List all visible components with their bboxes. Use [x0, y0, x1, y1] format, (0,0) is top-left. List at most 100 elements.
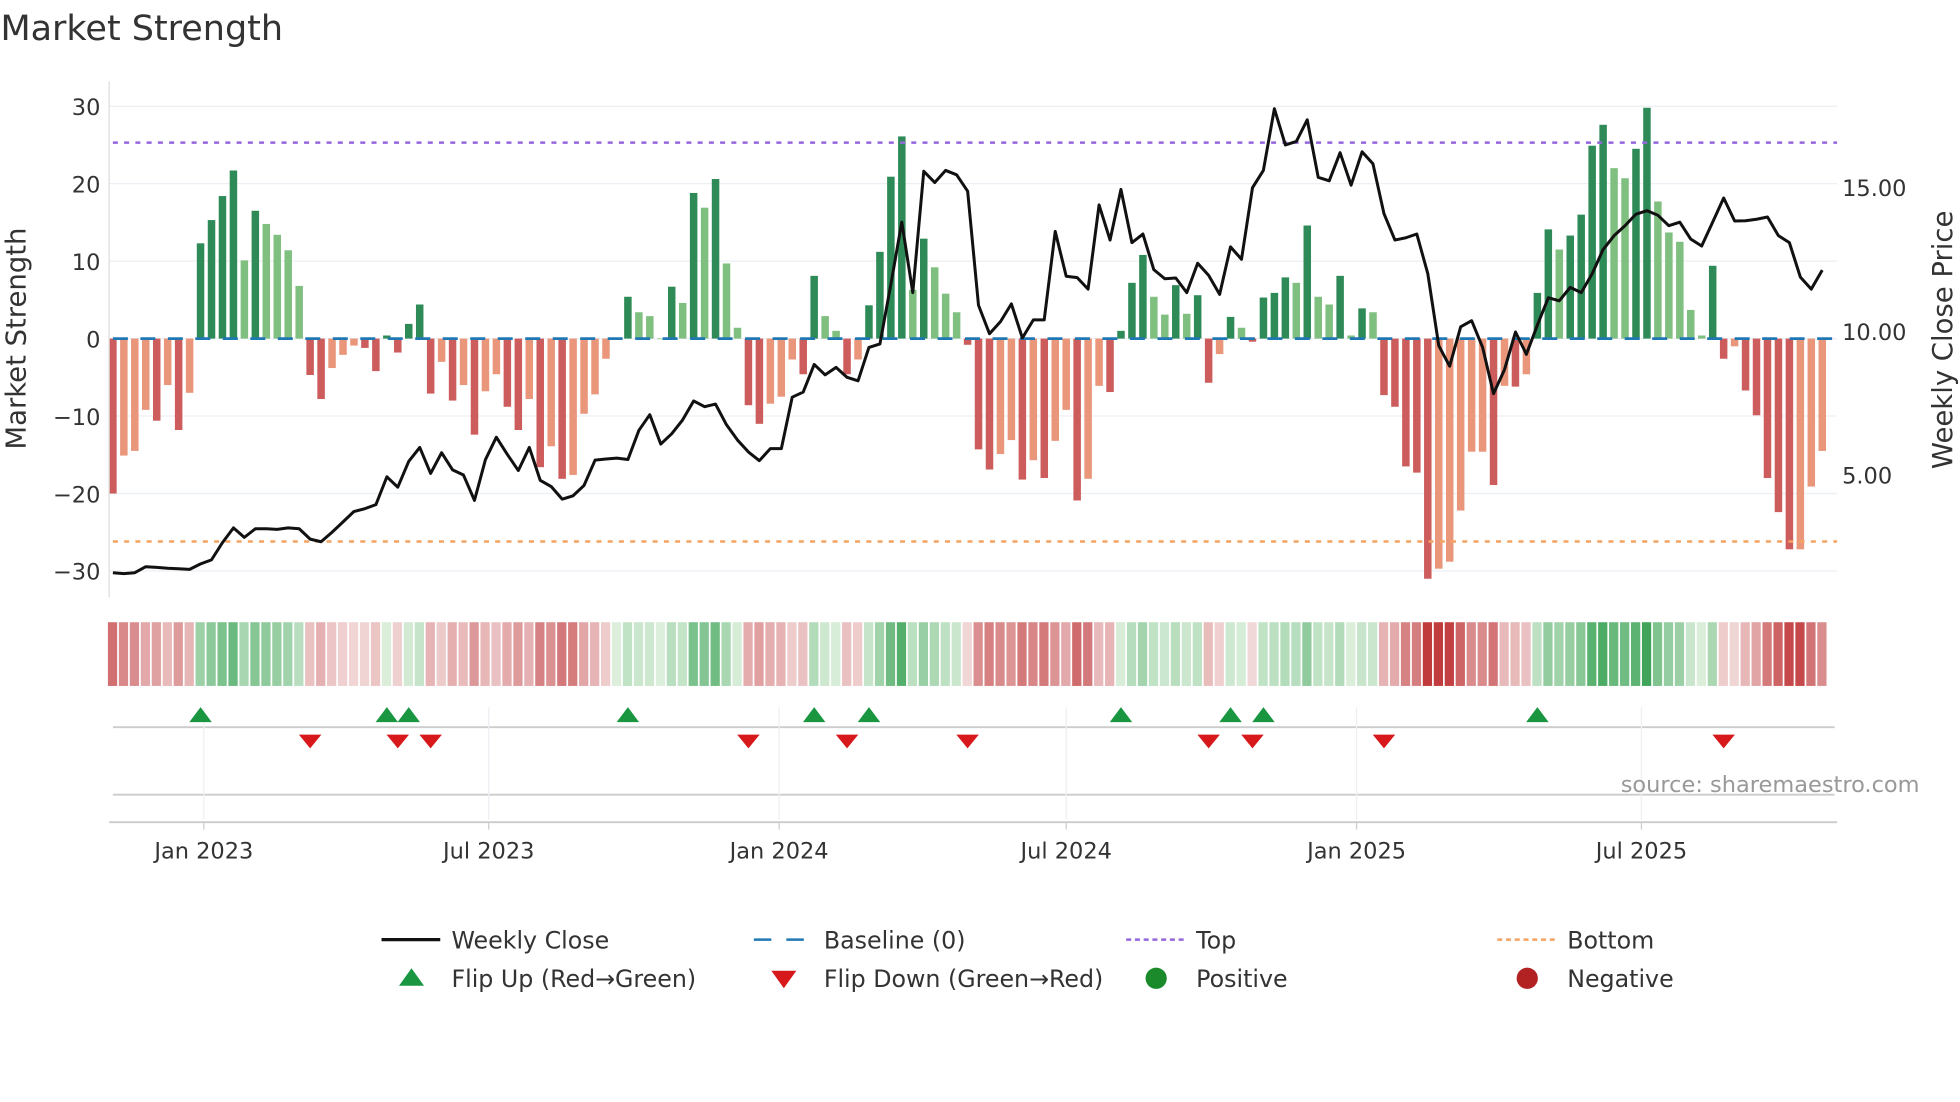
- strength-bar: [1796, 338, 1805, 550]
- strength-bar: [1577, 214, 1585, 339]
- strength-heat-cell: [239, 622, 249, 686]
- strength-heat-cell: [107, 622, 118, 686]
- strength-heat-cell: [633, 622, 644, 686]
- strength-bar: [525, 338, 534, 400]
- strength-heat-cell: [743, 622, 753, 686]
- strength-heat-cell: [1181, 622, 1191, 686]
- strength-bar: [777, 338, 786, 397]
- strength-heat-cell: [458, 622, 468, 686]
- flip-down-marker: [386, 734, 410, 749]
- legend-label: Top: [1195, 926, 1236, 954]
- strength-heat-cell: [370, 622, 381, 686]
- strength-bar: [1445, 338, 1454, 562]
- strength-bar: [1435, 338, 1443, 569]
- strength-heat-cell: [294, 622, 304, 686]
- strength-bar: [240, 260, 249, 339]
- legend-label: Baseline (0): [824, 926, 966, 954]
- strength-bar: [1007, 338, 1016, 441]
- x-tick-label: Jul 2024: [1018, 838, 1111, 864]
- strength-bar: [415, 304, 424, 339]
- strength-heat-cell: [1126, 622, 1137, 686]
- strength-bar: [163, 338, 172, 386]
- strength-bar: [1719, 338, 1728, 359]
- strength-heat-cell: [973, 622, 983, 686]
- strength-bar: [755, 338, 764, 424]
- strength-heat-cell: [721, 622, 731, 686]
- strength-bar: [481, 338, 490, 392]
- strength-heat-cell: [787, 622, 797, 686]
- strength-heat-cell: [863, 622, 874, 686]
- strength-heat-cell: [305, 622, 315, 686]
- right-tick-label: 10.00: [1842, 320, 1906, 346]
- strength-bar: [624, 296, 632, 339]
- strength-bar: [1292, 282, 1301, 339]
- strength-bar: [1489, 338, 1498, 486]
- strength-bar: [909, 289, 917, 339]
- strength-heat-cell: [184, 622, 194, 686]
- legend-label: Weekly Close: [451, 926, 609, 954]
- strength-heat-cell: [644, 622, 655, 686]
- strength-bar: [1226, 316, 1235, 339]
- strength-bar: [700, 207, 709, 339]
- strength-bar: [273, 234, 282, 339]
- strength-heat-cell: [1718, 622, 1728, 686]
- strength-heat-cell: [1466, 622, 1476, 686]
- strength-bar: [1676, 241, 1684, 339]
- strength-bar: [865, 305, 873, 339]
- strength-bar: [448, 338, 457, 401]
- flip-up-marker: [1252, 707, 1275, 723]
- strength-heat-cell: [1061, 622, 1071, 686]
- flip-down-marker: [737, 734, 760, 749]
- strength-heat-cell: [611, 622, 622, 686]
- strength-bar: [646, 316, 654, 339]
- strength-heat-cell: [699, 622, 709, 686]
- strength-bar: [1029, 338, 1038, 461]
- strength-bar: [985, 338, 994, 470]
- strength-bar: [1204, 338, 1213, 383]
- strength-heat-cell: [600, 622, 611, 686]
- strength-bar: [1413, 338, 1421, 473]
- strength-heat-cell: [1094, 622, 1104, 686]
- strength-heat-cell: [1641, 622, 1652, 686]
- strength-heat-cell: [918, 622, 928, 686]
- strength-bar: [394, 338, 402, 353]
- strength-heat-cell: [502, 622, 512, 686]
- strength-bar: [1467, 338, 1476, 452]
- strength-heat-cell: [1455, 622, 1465, 686]
- flip-down-marker: [1712, 734, 1735, 749]
- strength-heat-cell: [666, 622, 676, 686]
- strength-heat-cell: [1313, 622, 1323, 686]
- strength-heat-cell: [1017, 622, 1027, 686]
- strength-bar: [142, 338, 150, 410]
- strength-bar: [799, 338, 807, 375]
- strength-heat-cell: [1795, 622, 1805, 686]
- strength-bar: [1281, 277, 1290, 339]
- strength-bar: [996, 338, 1005, 455]
- strength-heat-cell: [1652, 622, 1663, 686]
- strength-heat-cell: [677, 622, 687, 686]
- flip-up-marker: [857, 707, 881, 723]
- strength-bar: [766, 338, 775, 404]
- strength-heat-cell: [1159, 622, 1170, 686]
- strength-bar: [1380, 338, 1388, 396]
- legend: Weekly Close Baseline (0) Top Bottom Flip Up…: [381, 926, 1674, 993]
- strength-bar: [1402, 338, 1410, 467]
- strength-bar: [1632, 148, 1640, 339]
- left-tick-label: −20: [53, 482, 100, 508]
- strength-bar: [952, 312, 961, 339]
- strength-bar: [492, 338, 501, 375]
- strength-bar: [470, 338, 479, 435]
- strength-bar: [350, 338, 358, 346]
- strength-bar: [1259, 297, 1268, 339]
- flip-down-marker: [419, 734, 442, 749]
- strength-heat-cell: [1488, 622, 1498, 686]
- strength-bar: [1084, 338, 1092, 479]
- strength-bar: [1303, 225, 1312, 339]
- strength-bar: [120, 338, 128, 456]
- strength-bar: [843, 338, 851, 375]
- strength-bar: [1708, 265, 1717, 339]
- left-axis-title: Market Strength: [0, 228, 32, 450]
- strength-heat-cell: [1565, 622, 1575, 686]
- right-tick-label: 5.00: [1842, 464, 1892, 490]
- strength-bar: [361, 338, 369, 348]
